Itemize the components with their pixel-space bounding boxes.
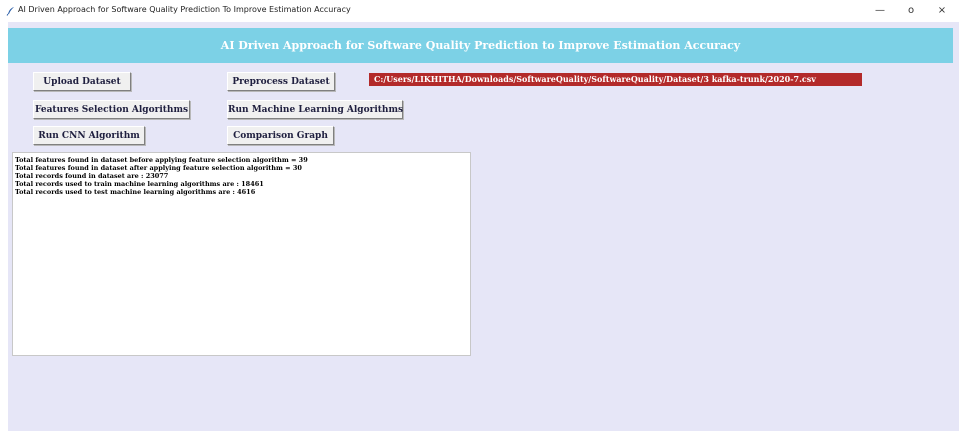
maximize-button[interactable]: o [899,2,923,20]
output-line: Total records used to test machine learn… [15,188,256,196]
feather-icon [6,7,14,16]
feature-selection-button[interactable]: Features Selection Algorithms [33,100,190,119]
output-line: Total records used to train machine lear… [15,180,264,188]
run-ml-algorithms-button[interactable]: Run Machine Learning Algorithms [227,100,403,119]
upload-dataset-button[interactable]: Upload Dataset [33,72,131,91]
output-line: Total features found in dataset after ap… [15,164,302,172]
output-text-area[interactable]: Total features found in dataset before a… [12,152,471,356]
header-title: AI Driven Approach for Software Quality … [220,39,741,52]
minimize-button[interactable]: — [868,2,892,20]
run-cnn-button[interactable]: Run CNN Algorithm [33,126,145,145]
output-line: Total features found in dataset before a… [15,156,308,164]
output-line: Total records found in dataset are : 230… [15,172,169,180]
title-bar: AI Driven Approach for Software Quality … [0,0,967,22]
window-title: AI Driven Approach for Software Quality … [18,5,351,14]
comparison-graph-button[interactable]: Comparison Graph [227,126,334,145]
dataset-path-label: C:/Users/LIKHITHA/Downloads/SoftwareQual… [369,73,862,86]
app-header: AI Driven Approach for Software Quality … [8,28,953,63]
preprocess-dataset-button[interactable]: Preprocess Dataset [227,72,335,91]
close-button[interactable]: × [930,2,954,20]
